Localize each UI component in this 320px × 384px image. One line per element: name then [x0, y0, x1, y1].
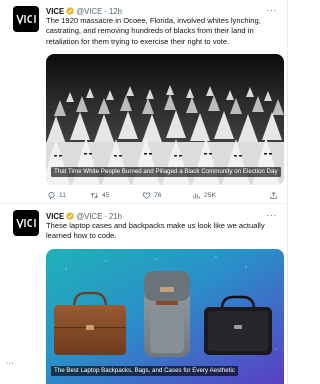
views-button[interactable]: 25K — [192, 191, 216, 200]
timestamp[interactable]: 21h — [109, 212, 122, 221]
share-icon — [270, 191, 277, 199]
column-divider — [287, 0, 288, 384]
reply-count: 11 — [59, 191, 67, 199]
share-button[interactable] — [269, 191, 278, 200]
reply-icon — [48, 191, 55, 200]
author-name[interactable]: VICE — [46, 212, 64, 221]
avatar[interactable] — [13, 6, 39, 32]
retweet-icon — [91, 192, 98, 198]
heart-icon — [142, 191, 151, 199]
verified-badge-icon — [66, 212, 74, 220]
retweet-button[interactable]: 45 — [90, 191, 110, 200]
link-card-image[interactable]: The Best Laptop Backpacks, Bags, and Cas… — [46, 249, 284, 384]
link-card-image[interactable]: That Time White People Burned and Pillag… — [46, 54, 284, 185]
more-options-button[interactable]: ··· — [267, 5, 278, 15]
timeline-feed: VICE @VICE · 12h ··· The 1920 massacre i… — [0, 0, 307, 384]
verified-badge-icon — [66, 7, 74, 15]
tweet[interactable]: VICE @VICE · 21h ··· These laptop cases … — [0, 205, 287, 384]
link-card-caption: That Time White People Burned and Pillag… — [51, 167, 281, 177]
more-options-button[interactable]: ··· — [267, 210, 278, 220]
photo-laptop-bags — [46, 249, 284, 384]
avatar[interactable] — [13, 210, 39, 236]
separator: · — [104, 6, 107, 16]
tweet-actions: 11 45 76 25K — [46, 189, 282, 201]
like-button[interactable]: 76 — [142, 191, 162, 200]
author-handle[interactable]: @VICE — [76, 7, 102, 16]
like-count: 76 — [154, 191, 162, 199]
separator: · — [104, 211, 107, 221]
vice-logo-icon — [13, 6, 39, 32]
view-count: 25K — [204, 191, 217, 199]
author-handle[interactable]: @VICE — [76, 212, 102, 221]
tweet-text: The 1920 massacre in Ocoee, Florida, inv… — [46, 16, 261, 46]
tweet[interactable]: VICE @VICE · 12h ··· The 1920 massacre i… — [0, 0, 287, 204]
timestamp[interactable]: 12h — [109, 7, 122, 16]
link-card-caption: The Best Laptop Backpacks, Bags, and Cas… — [51, 366, 238, 376]
vice-logo-icon — [13, 210, 39, 236]
reply-button[interactable]: 11 — [47, 191, 66, 200]
photo-hooded-crowd — [46, 54, 284, 185]
tweet-text: These laptop cases and backpacks make us… — [46, 221, 265, 241]
retweet-count: 45 — [102, 191, 110, 199]
views-chart-icon — [193, 192, 200, 198]
sidebar-more-button[interactable]: ··· — [6, 360, 14, 367]
author-name[interactable]: VICE — [46, 7, 64, 16]
